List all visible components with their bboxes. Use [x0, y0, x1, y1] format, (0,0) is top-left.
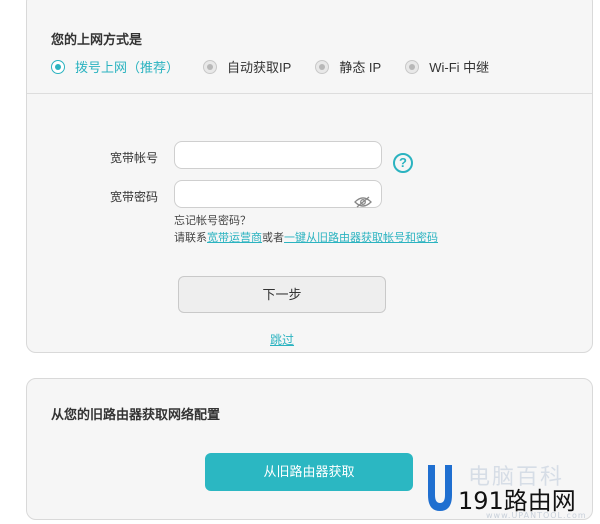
radio-dhcp-label: 自动获取IP: [227, 60, 292, 75]
section-divider: [27, 93, 592, 94]
radio-unselected-icon: [315, 59, 330, 74]
watermark-logo-icon: [428, 465, 452, 511]
contact-prefix: 请联系: [174, 232, 207, 244]
radio-static-ip-label: 静态 IP: [339, 60, 382, 75]
radio-selected-icon: [51, 59, 65, 74]
radio-pppoe-label: 拨号上网（推荐）: [75, 60, 180, 75]
radio-static-ip[interactable]: 静态 IP: [315, 57, 381, 76]
password-input[interactable]: [174, 180, 382, 208]
old-router-title: 从您的旧路由器获取网络配置: [51, 407, 221, 422]
account-label: 宽带帐号: [110, 151, 159, 165]
connection-type-title: 您的上网方式是: [51, 32, 143, 47]
isp-link[interactable]: 宽带运营商: [207, 232, 262, 244]
skip-link[interactable]: 跳过: [270, 331, 294, 348]
radio-unselected-icon: [405, 59, 420, 74]
fetch-from-old-router-button[interactable]: 从旧路由器获取: [205, 453, 413, 491]
eye-hidden-icon[interactable]: [354, 196, 372, 208]
one-click-fetch-link[interactable]: 一键从旧路由器获取帐号和密码: [284, 232, 438, 244]
radio-wifi-repeater-label: Wi-Fi 中继: [429, 60, 490, 75]
contact-hint: 请联系宽带运营商或者一键从旧路由器获取帐号和密码: [174, 229, 438, 245]
radio-pppoe[interactable]: 拨号上网（推荐）: [51, 57, 179, 76]
contact-or: 或者: [262, 232, 284, 244]
radio-unselected-icon: [203, 59, 218, 74]
forgot-credentials-text: 忘记帐号密码？: [174, 215, 251, 227]
password-label: 宽带密码: [110, 190, 159, 204]
watermark: 电脑百科 191路由网 www.UPANTOOL.com: [426, 459, 600, 524]
connection-type-radio-group: 拨号上网（推荐） 自动获取IP 静态 IP Wi-Fi 中继: [51, 57, 513, 76]
account-input[interactable]: [174, 141, 382, 169]
next-button[interactable]: 下一步: [178, 276, 386, 313]
watermark-small-text: www.UPANTOOL.com: [486, 511, 587, 520]
question-circle-icon[interactable]: ?: [393, 153, 413, 173]
radio-dhcp[interactable]: 自动获取IP: [203, 57, 291, 76]
radio-wifi-repeater[interactable]: Wi-Fi 中继: [405, 57, 489, 76]
